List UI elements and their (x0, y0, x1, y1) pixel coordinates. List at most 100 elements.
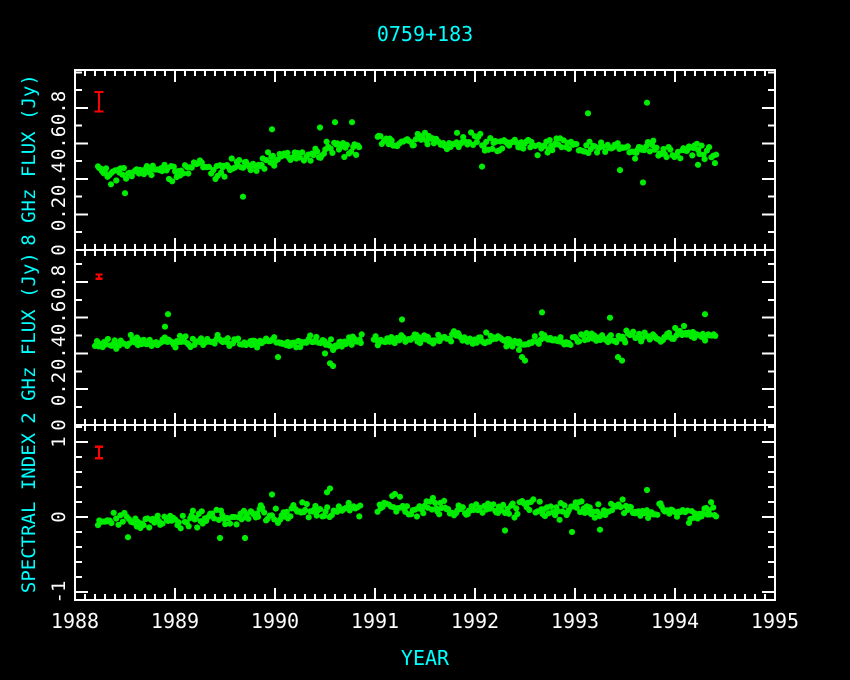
outlier-point (317, 124, 323, 130)
data-point (530, 496, 536, 502)
data-point (306, 514, 312, 520)
data-point (308, 158, 314, 164)
outlier-point (702, 311, 708, 317)
data-point (353, 152, 359, 158)
scatter-series (95, 485, 719, 541)
outlier-point (125, 534, 131, 540)
data-point (578, 498, 584, 504)
data-point (229, 155, 235, 161)
x-tick-label: 1994 (651, 609, 699, 633)
x-axis-title: YEAR (0, 646, 850, 670)
y-tick-label: 0.6 (48, 301, 70, 335)
outlier-point (322, 350, 328, 356)
data-point (681, 323, 687, 329)
outlier-point (269, 126, 275, 132)
error-bar (95, 447, 103, 458)
data-point (526, 507, 532, 513)
data-point (313, 334, 319, 340)
y-tick-label: 0 (48, 244, 70, 255)
data-point (190, 508, 196, 514)
data-point (304, 501, 310, 507)
data-point (225, 335, 231, 341)
data-point (424, 141, 430, 147)
data-point (185, 170, 191, 176)
data-point (620, 496, 626, 502)
outlier-point (644, 100, 650, 106)
scatter-series (92, 309, 719, 369)
data-point (287, 513, 293, 519)
y-tick-label: 0.6 (48, 126, 70, 160)
data-point (236, 157, 242, 163)
data-point (632, 156, 638, 162)
data-point (317, 506, 323, 512)
y-tick-label: 0.4 (48, 162, 70, 196)
data-point (537, 499, 543, 505)
data-point (121, 165, 127, 171)
data-point (561, 502, 567, 508)
data-point (358, 340, 364, 346)
data-point (514, 511, 520, 517)
data-point (271, 334, 277, 340)
data-point (255, 514, 261, 520)
x-tick-label: 1990 (251, 609, 299, 633)
outlier-point (569, 529, 575, 535)
outlier-point (695, 162, 701, 168)
data-point (235, 336, 241, 342)
data-point (180, 513, 186, 519)
data-point (474, 340, 480, 346)
data-point (667, 146, 673, 152)
data-point (625, 143, 631, 149)
outlier-point (330, 363, 336, 369)
panel-border (75, 70, 775, 250)
x-tick-label: 1988 (51, 609, 99, 633)
outlier-point (619, 358, 625, 364)
data-point (176, 519, 182, 525)
data-point (420, 510, 426, 516)
data-point (557, 517, 563, 523)
data-point (706, 144, 712, 150)
data-point (499, 145, 505, 151)
y-tick-label: 0.8 (48, 91, 70, 125)
data-point (328, 336, 334, 342)
y-tick-label: 1 (48, 436, 70, 447)
outlier-point (454, 130, 460, 136)
data-point (448, 338, 454, 344)
y-tick-label: 0.2 (48, 197, 70, 231)
data-point (314, 148, 320, 154)
data-point (436, 511, 442, 517)
outlier-point (597, 527, 603, 533)
data-point (712, 333, 718, 339)
error-bar (96, 274, 103, 278)
tick-marks (75, 71, 775, 249)
x-tick-label: 1993 (551, 609, 599, 633)
data-point (178, 525, 184, 531)
data-point (663, 154, 669, 160)
data-point (186, 523, 192, 529)
y-tick-label: 0.8 (48, 265, 70, 299)
data-point (261, 509, 267, 515)
data-point (532, 333, 538, 339)
outlier-point (479, 164, 485, 170)
data-point (713, 152, 719, 158)
data-point (108, 520, 114, 526)
data-point (567, 342, 573, 348)
error-bar (95, 92, 104, 112)
outlier-point (617, 167, 623, 173)
outlier-point (349, 119, 355, 125)
data-point (622, 339, 628, 345)
outlier-point (269, 491, 275, 497)
data-point (713, 513, 719, 519)
outlier-point (644, 487, 650, 493)
outlier-point (585, 110, 591, 116)
x-tick-label: 1992 (451, 609, 499, 633)
data-point (595, 501, 601, 507)
scatter-series (95, 100, 719, 200)
x-tick-label: 1989 (151, 609, 199, 633)
data-point (120, 519, 126, 525)
data-point (630, 329, 636, 335)
data-point (183, 333, 189, 339)
y-axis-title: SPECTRAL INDEX (18, 432, 40, 592)
data-point (460, 504, 466, 510)
data-point (605, 339, 611, 345)
outlier-point (327, 485, 333, 491)
